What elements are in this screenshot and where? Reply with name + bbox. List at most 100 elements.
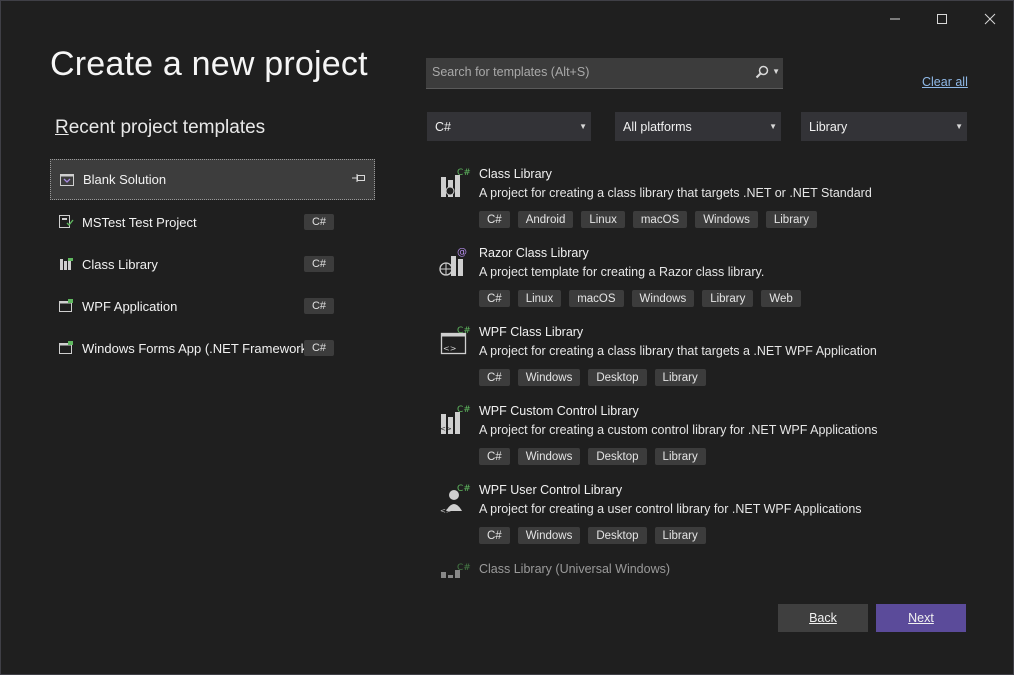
clear-all-link[interactable]: Clear all — [922, 75, 968, 89]
close-icon — [984, 13, 996, 25]
create-project-dialog: Create a new project Recent project temp… — [0, 0, 1014, 675]
recent-item-label: Windows Forms App (.NET Framework) — [82, 340, 312, 356]
recent-item-label: WPF Application — [82, 298, 178, 314]
chevron-down-icon: ▼ — [579, 122, 587, 131]
tag: Web — [761, 290, 801, 307]
maximize-icon — [937, 14, 947, 24]
svg-text:<>: <> — [440, 507, 452, 515]
project-type-filter-dropdown[interactable]: Library ▼ — [801, 112, 967, 141]
template-item-wpf-class-library[interactable]: <> C# WPF Class Library A project for cr… — [437, 321, 977, 400]
platform-filter-value: All platforms — [623, 120, 692, 134]
template-tags: C# Windows Desktop Library — [479, 448, 706, 465]
svg-text:C#: C# — [457, 563, 471, 573]
tag: Windows — [517, 369, 581, 386]
language-badge: C# — [304, 298, 334, 314]
chevron-down-icon: ▼ — [955, 122, 963, 131]
tag: Windows — [695, 211, 758, 228]
wpf-application-icon — [58, 298, 74, 314]
template-tags: C# Linux macOS Windows Library Web — [479, 290, 801, 307]
maximize-button[interactable] — [919, 5, 965, 33]
search-input[interactable] — [430, 64, 744, 80]
razor-class-library-icon: @ — [439, 247, 467, 276]
tag: Library — [702, 290, 754, 307]
template-item-razor-class-library[interactable]: @ Razor Class Library A project template… — [437, 242, 977, 321]
class-library-uwp-icon: C# — [441, 563, 471, 578]
wpf-custom-control-library-icon: <> C# — [440, 405, 471, 434]
template-item-class-library-uwp[interactable]: C# Class Library (Universal Windows) — [437, 558, 977, 578]
svg-text:C#: C# — [457, 484, 471, 494]
language-filter-dropdown[interactable]: C# ▼ — [427, 112, 591, 141]
close-button[interactable] — [967, 5, 1013, 33]
tag: Desktop — [588, 369, 647, 386]
svg-text:@: @ — [457, 247, 467, 258]
svg-text:<>: <> — [440, 425, 452, 433]
tag: Android — [517, 211, 574, 228]
recent-templates-list: Blank Solution MSTest Test Project C# Cl… — [50, 159, 375, 370]
next-button-label: Next — [908, 611, 934, 625]
tag: Windows — [517, 448, 581, 465]
mstest-project-icon — [58, 214, 74, 230]
tag: Desktop — [588, 448, 647, 465]
template-tags: C# Windows Desktop Library — [479, 527, 706, 544]
template-name: WPF User Control Library — [479, 483, 623, 497]
tag: Library — [654, 448, 706, 465]
template-item-class-library[interactable]: C# Class Library A project for creating … — [437, 163, 977, 242]
svg-text:C#: C# — [457, 326, 471, 336]
recent-item-mstest[interactable]: MSTest Test Project C# — [50, 202, 375, 242]
template-tags: C# Windows Desktop Library — [479, 369, 706, 386]
page-title: Create a new project — [50, 45, 368, 83]
tag: C# — [479, 448, 510, 465]
recent-item-wpf-application[interactable]: WPF Application C# — [50, 286, 375, 326]
language-filter-value: C# — [435, 120, 451, 134]
tag: Library — [654, 527, 706, 544]
back-button[interactable]: Back — [778, 604, 868, 632]
template-search-box[interactable]: ▼ — [426, 58, 783, 89]
chevron-down-icon: ▼ — [769, 122, 777, 131]
search-icon[interactable] — [755, 65, 769, 82]
svg-text:C#: C# — [457, 168, 471, 178]
tag: Desktop — [588, 527, 647, 544]
template-description: A project template for creating a Razor … — [479, 265, 765, 279]
svg-text:C#: C# — [457, 405, 471, 415]
tag: Windows — [631, 290, 695, 307]
template-item-wpf-custom-control-library[interactable]: <> C# WPF Custom Control Library A proje… — [437, 400, 977, 479]
project-type-filter-value: Library — [809, 120, 848, 134]
tag: C# — [479, 527, 510, 544]
blank-solution-icon — [59, 172, 75, 188]
template-name: Razor Class Library — [479, 246, 589, 260]
language-badge: C# — [304, 214, 334, 230]
class-library-icon — [58, 256, 74, 272]
class-library-icon: C# — [441, 168, 471, 197]
minimize-button[interactable] — [872, 5, 918, 33]
template-name: Class Library (Universal Windows) — [479, 562, 671, 576]
chevron-down-icon[interactable]: ▼ — [772, 67, 780, 76]
template-description: A project for creating a class library t… — [479, 186, 872, 200]
recent-item-label: Blank Solution — [83, 172, 167, 187]
template-list: C# Class Library A project for creating … — [437, 163, 977, 578]
pin-icon[interactable] — [352, 173, 366, 186]
template-description: A project for creating a custom control … — [479, 423, 878, 437]
recent-item-class-library[interactable]: Class Library C# — [50, 244, 375, 284]
platform-filter-dropdown[interactable]: All platforms ▼ — [615, 112, 781, 141]
template-description: A project for creating a class library t… — [479, 344, 877, 358]
tag: macOS — [632, 211, 688, 228]
template-tags: C# Android Linux macOS Windows Library — [479, 211, 817, 228]
windows-forms-icon — [58, 340, 74, 356]
template-name: WPF Class Library — [479, 325, 584, 339]
wpf-class-library-icon: <> C# — [440, 326, 471, 355]
tag: Linux — [581, 211, 625, 228]
language-badge: C# — [304, 256, 334, 272]
recent-item-label: Class Library — [82, 256, 158, 272]
tag: C# — [479, 211, 510, 228]
minimize-icon — [890, 18, 900, 20]
template-item-wpf-user-control-library[interactable]: <> C# WPF User Control Library A project… — [437, 479, 977, 558]
recent-item-label: MSTest Test Project — [82, 214, 197, 230]
tag: C# — [479, 290, 510, 307]
next-button[interactable]: Next — [876, 604, 966, 632]
recent-item-blank-solution[interactable]: Blank Solution — [50, 159, 375, 200]
recent-item-windows-forms-app[interactable]: Windows Forms App (.NET Framework) C# — [50, 328, 375, 368]
language-badge: C# — [304, 340, 334, 356]
tag: macOS — [569, 290, 624, 307]
tag: Library — [654, 369, 706, 386]
tag: Windows — [517, 527, 581, 544]
